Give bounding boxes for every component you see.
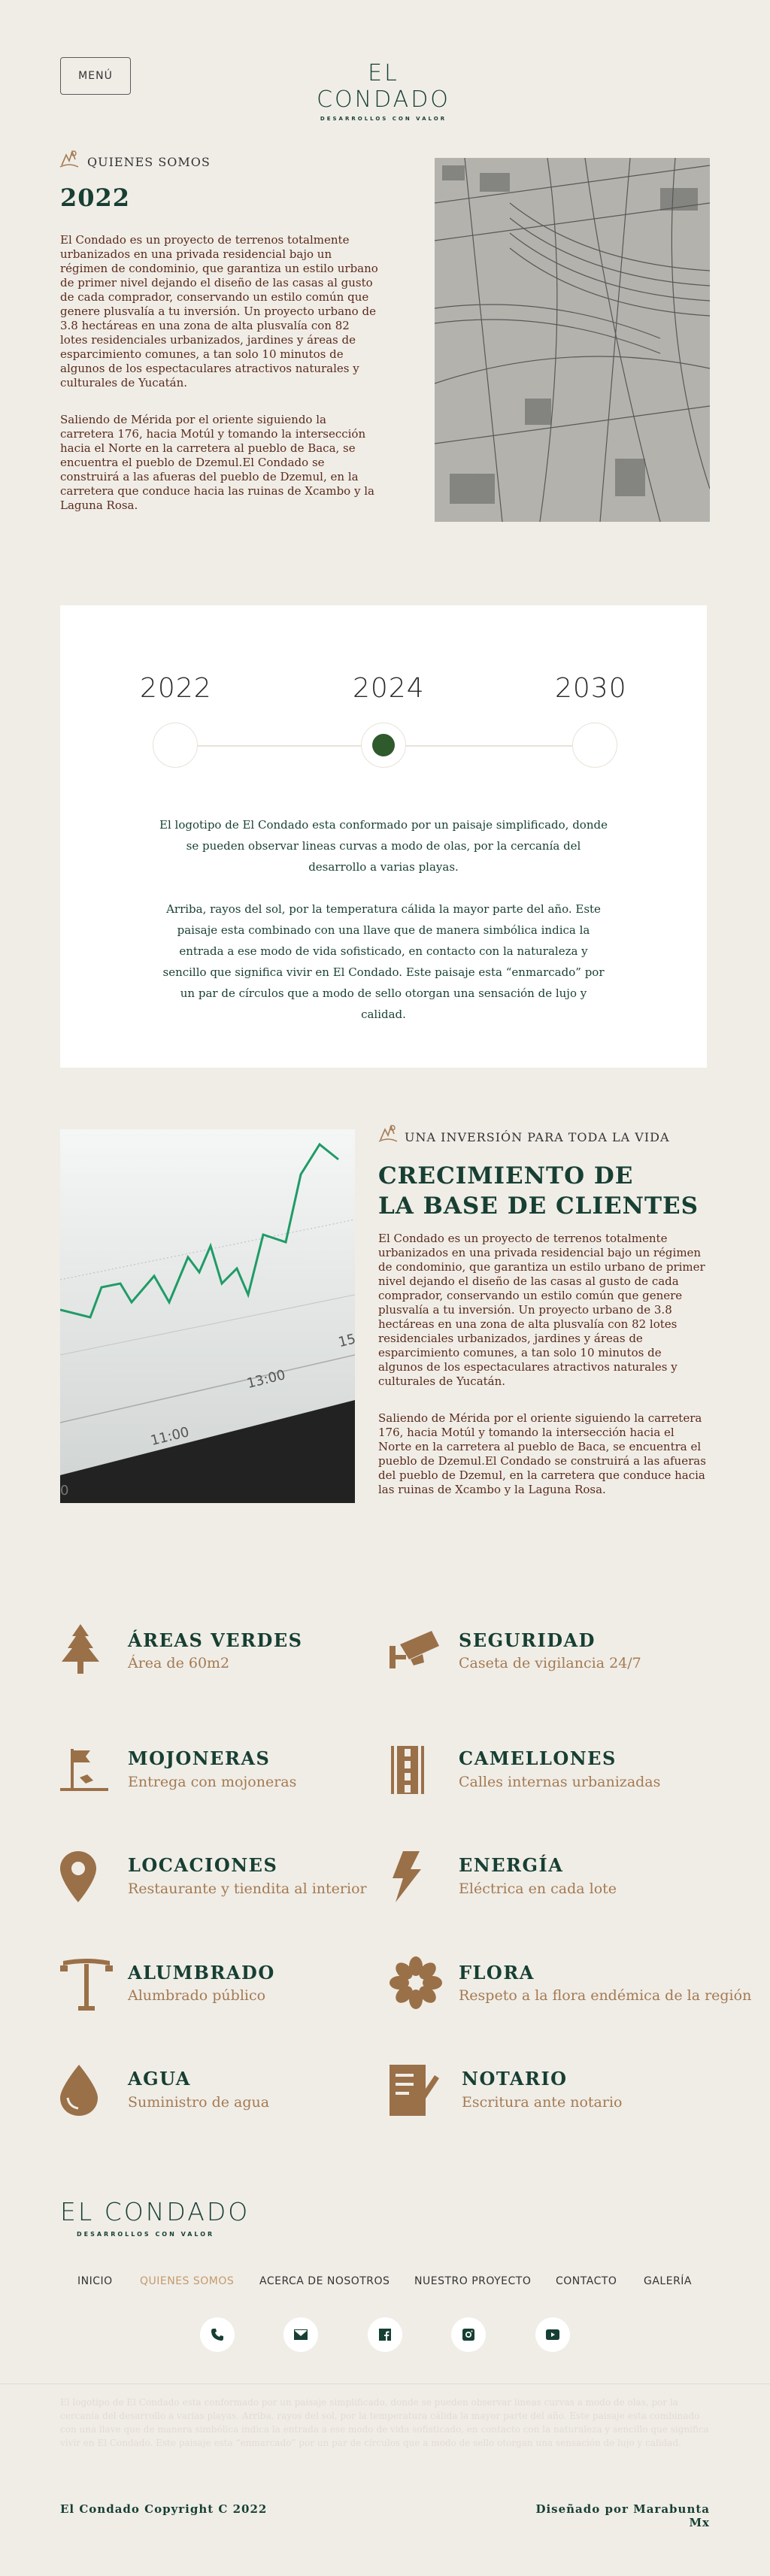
growth-title-line-2: LA BASE DE CLIENTES [378, 1193, 699, 1220]
feature-desc-agua: Suministro de agua [128, 2094, 270, 2111]
about-paragraph-1: El Condado es un proyecto de terrenos to… [60, 233, 378, 389]
footer-logo[interactable]: EL CONDADO DESARROLLOS CON VALOR [60, 2197, 250, 2238]
feature-title-seguridad: SEGURIDAD [459, 1629, 596, 1651]
about-paragraph-2: Saliendo de Mérida por el oriente siguie… [60, 413, 374, 512]
nav-inicio[interactable]: INICIO [77, 2275, 113, 2287]
nav-acerca-de-nosotros[interactable]: ACERCA DE NOSOTROS [259, 2275, 390, 2287]
timeline-card: 2022 2024 2030 El logotipo de El Condado… [60, 605, 707, 1068]
footer-logo-tagline: DESARROLLOS CON VALOR [77, 2231, 215, 2238]
feature-title-locaciones: LOCACIONES [128, 1854, 278, 1876]
lightning-icon [390, 1851, 423, 1905]
feature-desc-notario: Escritura ante notario [462, 2094, 623, 2111]
timeline-dot-2022[interactable] [153, 723, 198, 768]
growth-eyebrow-icon [377, 1123, 399, 1146]
feature-desc-mojoneras: Entrega con mojoneras [128, 1774, 297, 1790]
notary-document-icon [390, 2065, 439, 2119]
feature-title-energia: ENERGÍA [459, 1854, 564, 1876]
logo-title: EL CONDADO [317, 60, 450, 113]
about-map-photo [435, 158, 710, 522]
feature-title-agua: AGUA [128, 2068, 191, 2090]
feature-title-flora: FLORA [459, 1962, 535, 1984]
timeline-year-2030: 2030 [555, 673, 627, 704]
mail-icon[interactable] [283, 2317, 318, 2352]
feature-title-notario: NOTARIO [462, 2068, 568, 2090]
feature-title-camellones: CAMELLONES [459, 1747, 617, 1769]
growth-chart-photo: 11:00 13:00 15: 0 [60, 1129, 355, 1503]
about-eyebrow-icon [59, 149, 80, 171]
instagram-icon[interactable] [451, 2317, 486, 2352]
feature-desc-flora: Respeto a la flora endémica de la región [459, 1987, 752, 2004]
feature-title-alumbrado: ALUMBRADO [128, 1962, 275, 1984]
growth-paragraph-2: Saliendo de Mérida por el oriente siguie… [378, 1411, 706, 1496]
feature-title-mojoneras: MOJONERAS [128, 1747, 271, 1769]
feature-desc-camellones: Calles internas urbanizadas [459, 1774, 661, 1790]
nav-quienes-somos[interactable]: QUIENES SOMOS [140, 2275, 234, 2287]
feature-desc-energia: Eléctrica en cada lote [459, 1880, 617, 1897]
facebook-icon[interactable] [368, 2317, 402, 2352]
timeline-year-2022: 2022 [140, 673, 212, 704]
chart-label-0: 0 [60, 1483, 69, 1499]
about-title: 2022 [60, 183, 131, 212]
header-logo[interactable]: EL CONDADO DESARROLLOS CON VALOR [301, 60, 466, 122]
feature-desc-areas-verdes: Área de 60m2 [128, 1655, 230, 1671]
feature-title-areas-verdes: ÁREAS VERDES [128, 1629, 303, 1651]
timeline-dot-2024[interactable] [361, 723, 406, 768]
street-lamp-icon [60, 1958, 113, 2014]
growth-paragraph-1: El Condado es un proyecto de terrenos to… [378, 1232, 705, 1388]
youtube-icon[interactable] [535, 2317, 570, 2352]
nav-galeria[interactable]: GALERÍA [644, 2275, 692, 2287]
growth-eyebrow: UNA INVERSIÓN PARA TODA LA VIDA [405, 1130, 670, 1144]
logo-tagline: DESARROLLOS CON VALOR [320, 116, 447, 122]
timeline-active-marker [372, 734, 395, 756]
phone-icon[interactable] [200, 2317, 235, 2352]
timeline-year-2024: 2024 [353, 673, 425, 704]
flower-icon [390, 1956, 442, 2012]
feature-desc-alumbrado: Alumbrado público [128, 1987, 266, 2004]
road-icon [391, 1746, 424, 1797]
copyright-text: El Condado Copyright C 2022 [60, 2502, 268, 2516]
feature-desc-locaciones: Restaurante y tiendita al interior [128, 1880, 367, 1897]
nav-contacto[interactable]: CONTACTO [556, 2275, 617, 2287]
location-pin-icon [60, 1851, 96, 1905]
designer-credit-link[interactable]: Diseñado por Marabunta Mx [526, 2502, 710, 2529]
growth-title-line-1: CRECIMIENTO DE [378, 1162, 634, 1190]
menu-button[interactable]: MENÚ [60, 57, 131, 95]
feature-desc-seguridad: Caseta de vigilancia 24/7 [459, 1655, 641, 1671]
water-drop-icon [60, 2065, 98, 2119]
about-eyebrow: QUIENES SOMOS [87, 155, 211, 169]
timeline-paragraph-1: El logotipo de El Condado esta conformad… [159, 818, 608, 874]
footer-logo-title: EL CONDADO [60, 2197, 250, 2226]
tree-icon [60, 1624, 101, 1677]
nav-nuestro-proyecto[interactable]: NUESTRO PROYECTO [414, 2275, 531, 2287]
growth-title: CRECIMIENTO DE LA BASE DE CLIENTES [378, 1161, 699, 1221]
security-camera-icon [390, 1629, 441, 1674]
footer-faded-text: El logotipo de El Condado esta conformad… [60, 2397, 709, 2448]
timeline-dot-2030[interactable] [572, 723, 617, 768]
boundary-flag-icon [60, 1747, 108, 1797]
timeline-paragraph-2: Arriba, rayos del sol, por la temperatur… [162, 902, 605, 1021]
